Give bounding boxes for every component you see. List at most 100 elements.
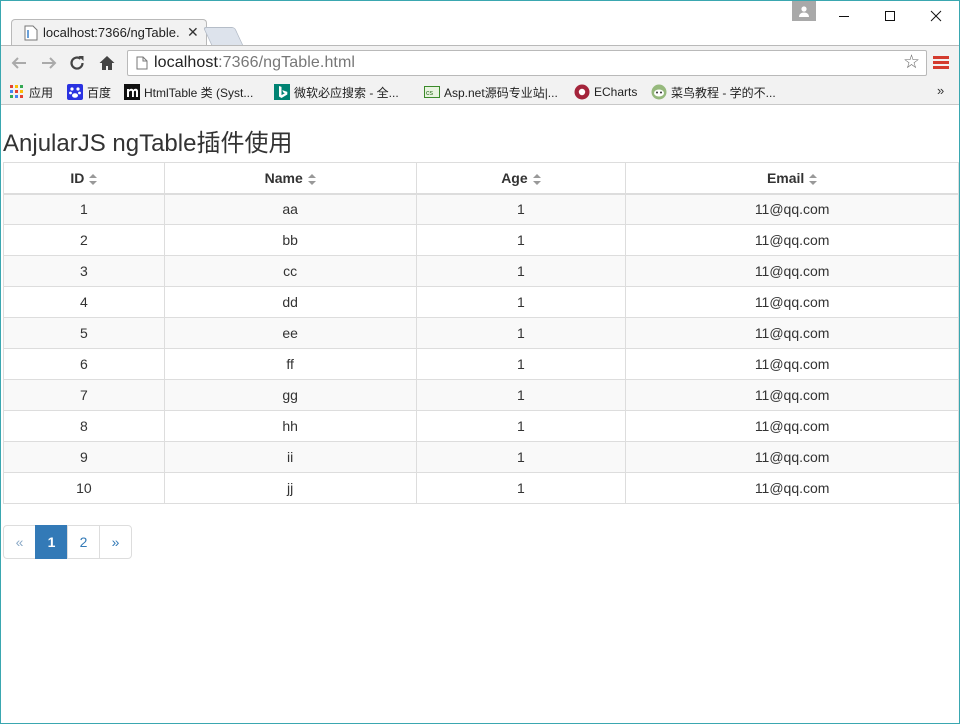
bookmark-runoob[interactable]: 菜鸟教程 - 学的不... [651, 83, 776, 101]
table-row: 3 cc 1 11@qq.com [3, 255, 959, 287]
more-bookmarks-chevron-icon[interactable]: » [937, 83, 944, 98]
sort-icon [809, 173, 818, 185]
cell-id: 1 [3, 193, 165, 225]
cell-name: ff [163, 348, 417, 380]
baidu-paw-icon [67, 84, 83, 100]
page-content: AnjularJS ngTable插件使用 ID Name Age Email … [1, 105, 959, 723]
pagination-page-1-button[interactable]: 1 [35, 525, 68, 559]
table-row: 6 ff 1 11@qq.com [3, 348, 959, 380]
pagination: « 1 2 » [3, 525, 132, 559]
chrome-menu-icon[interactable] [933, 56, 949, 70]
column-header-email[interactable]: Email [625, 162, 959, 195]
cell-age: 1 [415, 379, 627, 411]
table-row: 7 gg 1 11@qq.com [3, 379, 959, 411]
bookmark-baidu[interactable]: 百度 [67, 83, 111, 101]
table-row: 4 dd 1 11@qq.com [3, 286, 959, 318]
cell-id: 4 [3, 286, 165, 318]
back-arrow-icon[interactable] [7, 51, 31, 75]
bookmark-echarts[interactable]: ECharts [574, 83, 637, 101]
bookmark-bing[interactable]: 微软必应搜索 - 全... [274, 83, 399, 101]
cell-age: 1 [415, 441, 627, 473]
cell-name: aa [163, 193, 417, 225]
bookmarks-bar: 应用 百度 HtmlTable 类 (Syst... 微软必应搜索 - 全...… [1, 79, 959, 105]
cell-id: 5 [3, 317, 165, 349]
apps-grid-icon [9, 84, 25, 100]
cell-age: 1 [415, 348, 627, 380]
cell-age: 1 [415, 286, 627, 318]
echarts-icon [574, 84, 590, 100]
page-favicon-icon [24, 25, 38, 41]
column-header-name[interactable]: Name [163, 162, 417, 195]
runoob-icon [651, 84, 667, 100]
cell-id: 3 [3, 255, 165, 287]
cell-email: 11@qq.com [625, 441, 959, 473]
page-title: AnjularJS ngTable插件使用 [3, 130, 293, 157]
table-row: 1 aa 1 11@qq.com [3, 193, 959, 225]
sort-icon [89, 173, 98, 185]
table-row: 9 ii 1 11@qq.com [3, 441, 959, 473]
cell-email: 11@qq.com [625, 472, 959, 504]
cell-age: 1 [415, 224, 627, 256]
cell-id: 10 [3, 472, 165, 504]
browser-toolbar: localhost:7366/ngTable.html ☆ [1, 45, 959, 79]
pagination-page-2-button[interactable]: 2 [67, 525, 100, 559]
cell-name: gg [163, 379, 417, 411]
address-bar[interactable]: localhost:7366/ngTable.html ☆ [127, 50, 927, 76]
cell-email: 11@qq.com [625, 410, 959, 442]
bookmark-apps[interactable]: 应用 [9, 83, 53, 101]
cell-id: 6 [3, 348, 165, 380]
cell-id: 8 [3, 410, 165, 442]
url-text: localhost:7366/ngTable.html [154, 54, 356, 71]
minimize-icon[interactable] [821, 1, 867, 31]
pagination-next-button[interactable]: » [99, 525, 132, 559]
profile-icon[interactable] [792, 1, 816, 21]
new-tab-button[interactable] [202, 27, 244, 45]
home-icon[interactable] [95, 51, 119, 75]
maximize-icon[interactable] [867, 1, 913, 31]
sort-icon [307, 173, 316, 185]
tab-close-icon[interactable]: ✕ [187, 24, 199, 41]
cell-name: ii [163, 441, 417, 473]
table-row: 8 hh 1 11@qq.com [3, 410, 959, 442]
table-header-row: ID Name Age Email [3, 162, 959, 195]
cell-name: jj [163, 472, 417, 504]
reload-icon[interactable] [65, 51, 89, 75]
aspnet-icon: cs [424, 84, 440, 100]
cell-age: 1 [415, 410, 627, 442]
cell-email: 11@qq.com [625, 317, 959, 349]
cell-age: 1 [415, 255, 627, 287]
cell-id: 9 [3, 441, 165, 473]
cell-id: 7 [3, 379, 165, 411]
cell-email: 11@qq.com [625, 224, 959, 256]
forward-arrow-icon[interactable] [37, 51, 61, 75]
bing-icon [274, 84, 290, 100]
msdn-m-icon [124, 84, 140, 100]
cell-email: 11@qq.com [625, 255, 959, 287]
data-table: ID Name Age Email 1 aa 1 11@qq.com 2 bb 1 11@q… [3, 162, 959, 504]
cell-email: 11@qq.com [625, 286, 959, 318]
tab-title: localhost:7366/ngTable. [43, 25, 180, 40]
pagination-prev-button[interactable]: « [3, 525, 36, 559]
cell-email: 11@qq.com [625, 379, 959, 411]
cell-name: dd [163, 286, 417, 318]
title-bar: localhost:7366/ngTable. ✕ [1, 1, 959, 45]
cell-age: 1 [415, 193, 627, 225]
bookmark-htmltable[interactable]: HtmlTable 类 (Syst... [124, 83, 253, 101]
cell-name: bb [163, 224, 417, 256]
cell-email: 11@qq.com [625, 348, 959, 380]
bookmark-aspnet[interactable]: cs Asp.net源码专业站|... [424, 83, 558, 101]
close-window-icon[interactable] [913, 1, 959, 31]
bookmark-star-icon[interactable]: ☆ [903, 53, 920, 73]
browser-window: localhost:7366/ngTable. ✕ localhost:7366… [0, 0, 960, 724]
browser-tab[interactable]: localhost:7366/ngTable. ✕ [11, 19, 207, 45]
cell-name: hh [163, 410, 417, 442]
cell-name: ee [163, 317, 417, 349]
cell-name: cc [163, 255, 417, 287]
cell-age: 1 [415, 472, 627, 504]
column-header-age[interactable]: Age [415, 162, 627, 195]
cell-email: 11@qq.com [625, 193, 959, 225]
cell-id: 2 [3, 224, 165, 256]
column-header-id[interactable]: ID [3, 162, 165, 195]
page-icon [136, 56, 148, 70]
table-row: 5 ee 1 11@qq.com [3, 317, 959, 349]
